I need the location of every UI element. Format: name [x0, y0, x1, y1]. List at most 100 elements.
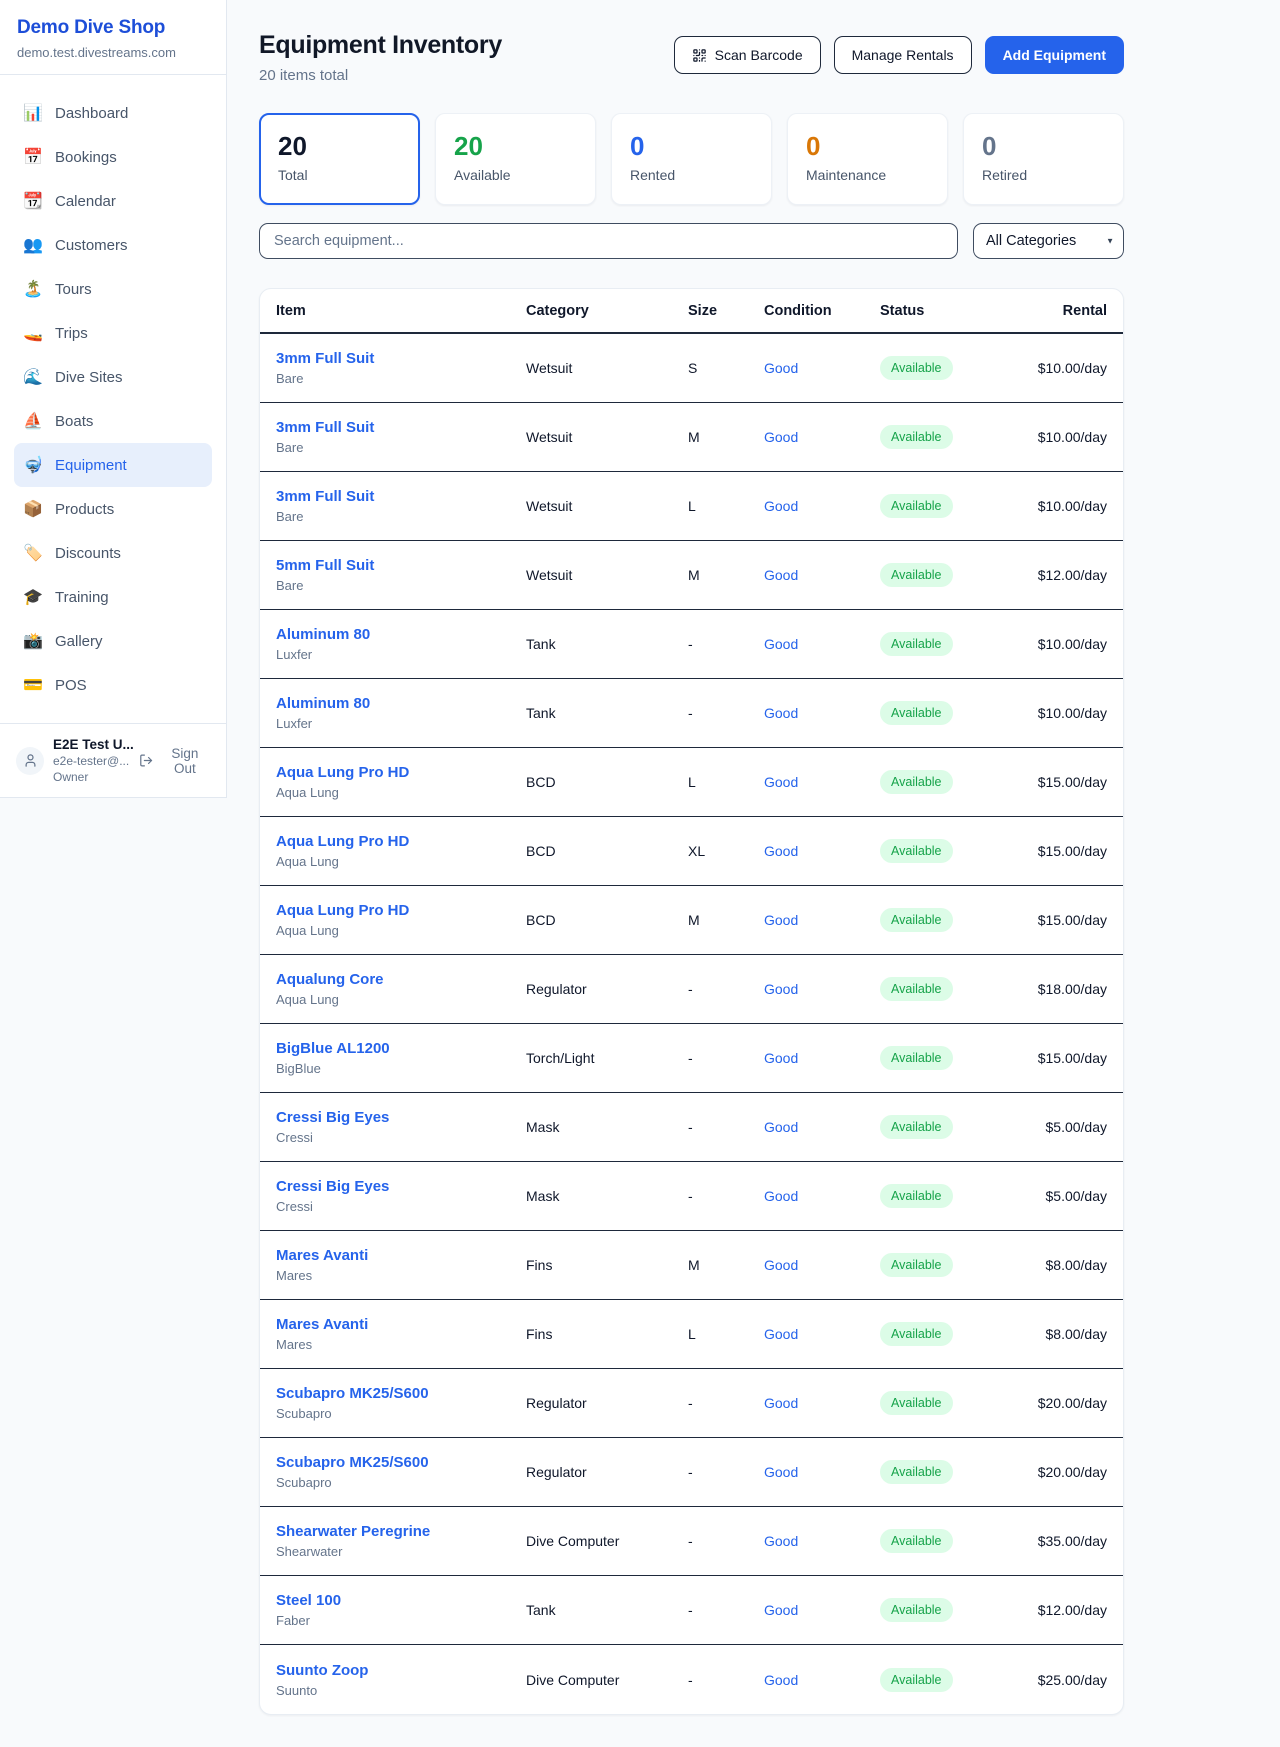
stat-card[interactable]: 0 Maintenance [787, 113, 948, 205]
stat-card[interactable]: 20 Total [259, 113, 420, 205]
add-equipment-button[interactable]: Add Equipment [985, 36, 1124, 74]
sign-out-button[interactable]: Sign Out [139, 746, 210, 776]
item-link[interactable]: 3mm Full Suit [276, 350, 374, 367]
sidebar-item[interactable]: 🌊 Dive Sites [14, 355, 212, 399]
item-brand: Aqua Lung [276, 992, 526, 1007]
size-cell: L [688, 1326, 764, 1342]
item-link[interactable]: Steel 100 [276, 1592, 341, 1609]
condition-link[interactable]: Good [764, 774, 798, 790]
condition-cell: Good [764, 705, 880, 721]
item-link[interactable]: Mares Avanti [276, 1316, 368, 1333]
size-cell: L [688, 498, 764, 514]
condition-cell: Good [764, 1326, 880, 1342]
sidebar-item-label: Calendar [55, 193, 116, 210]
rental-cell: $18.00/day [1011, 981, 1107, 997]
sidebar-item[interactable]: 📸 Gallery [14, 619, 212, 663]
sidebar-item[interactable]: 🚤 Trips [14, 311, 212, 355]
condition-link[interactable]: Good [764, 1464, 798, 1480]
item-link[interactable]: 3mm Full Suit [276, 419, 374, 436]
sidebar-item[interactable]: 🎓 Training [14, 575, 212, 619]
category-cell: BCD [526, 843, 688, 859]
sidebar-item[interactable]: 📦 Products [14, 487, 212, 531]
rental-cell: $10.00/day [1011, 705, 1107, 721]
condition-link[interactable]: Good [764, 1602, 798, 1618]
table-row: 3mm Full Suit Bare Wetsuit S Good Availa… [260, 334, 1123, 403]
condition-link[interactable]: Good [764, 1395, 798, 1411]
sidebar-item[interactable]: 📅 Bookings [14, 135, 212, 179]
table-row: Mares Avanti Mares Fins M Good Available… [260, 1231, 1123, 1300]
item-link[interactable]: Shearwater Peregrine [276, 1523, 430, 1540]
item-link[interactable]: BigBlue AL1200 [276, 1040, 390, 1057]
condition-link[interactable]: Good [764, 1326, 798, 1342]
item-cell: Cressi Big Eyes Cressi [276, 1178, 526, 1214]
item-link[interactable]: Aqua Lung Pro HD [276, 902, 409, 919]
condition-link[interactable]: Good [764, 1257, 798, 1273]
condition-link[interactable]: Good [764, 567, 798, 583]
item-link[interactable]: Aqualung Core [276, 971, 384, 988]
condition-link[interactable]: Good [764, 1119, 798, 1135]
condition-link[interactable]: Good [764, 429, 798, 445]
item-link[interactable]: Scubapro MK25/S600 [276, 1454, 429, 1471]
scan-barcode-button[interactable]: Scan Barcode [674, 36, 821, 74]
item-link[interactable]: 5mm Full Suit [276, 557, 374, 574]
stat-card[interactable]: 0 Retired [963, 113, 1124, 205]
item-link[interactable]: Aluminum 80 [276, 626, 370, 643]
category-select[interactable]: All Categories [973, 223, 1124, 259]
rental-cell: $15.00/day [1011, 843, 1107, 859]
sidebar-item[interactable]: ⛵ Boats [14, 399, 212, 443]
stat-card[interactable]: 0 Rented [611, 113, 772, 205]
item-brand: Shearwater [276, 1544, 526, 1559]
column-header-status: Status [880, 303, 1011, 319]
rental-cell: $5.00/day [1011, 1119, 1107, 1135]
page-title: Equipment Inventory [259, 31, 502, 60]
condition-link[interactable]: Good [764, 705, 798, 721]
sidebar-item[interactable]: 💳 POS [14, 663, 212, 707]
condition-link[interactable]: Good [764, 981, 798, 997]
stat-label: Available [454, 167, 577, 183]
condition-link[interactable]: Good [764, 1188, 798, 1204]
item-link[interactable]: Aluminum 80 [276, 695, 370, 712]
sidebar-item[interactable]: 🏷️ Discounts [14, 531, 212, 575]
stat-card[interactable]: 20 Available [435, 113, 596, 205]
table-row: 3mm Full Suit Bare Wetsuit M Good Availa… [260, 403, 1123, 472]
item-link[interactable]: Cressi Big Eyes [276, 1109, 389, 1126]
condition-link[interactable]: Good [764, 912, 798, 928]
condition-link[interactable]: Good [764, 843, 798, 859]
sidebar-item-icon: 👥 [23, 235, 43, 255]
condition-link[interactable]: Good [764, 498, 798, 514]
item-link[interactable]: Aqua Lung Pro HD [276, 833, 409, 850]
condition-link[interactable]: Good [764, 1672, 798, 1688]
item-link[interactable]: Mares Avanti [276, 1247, 368, 1264]
manage-rentals-button[interactable]: Manage Rentals [834, 36, 972, 74]
rental-cell: $15.00/day [1011, 774, 1107, 790]
search-input[interactable] [259, 223, 958, 259]
condition-link[interactable]: Good [764, 1050, 798, 1066]
sidebar-item-label: Training [55, 589, 109, 606]
size-cell: - [688, 1672, 764, 1688]
sidebar-item[interactable]: 🤿 Equipment [14, 443, 212, 487]
item-link[interactable]: Aqua Lung Pro HD [276, 764, 409, 781]
sidebar-item[interactable]: 👥 Customers [14, 223, 212, 267]
brand-title: Demo Dive Shop [17, 17, 209, 39]
sidebar-item[interactable]: 🏝️ Tours [14, 267, 212, 311]
condition-link[interactable]: Good [764, 636, 798, 652]
item-link[interactable]: 3mm Full Suit [276, 488, 374, 505]
item-link[interactable]: Scubapro MK25/S600 [276, 1385, 429, 1402]
status-badge: Available [880, 908, 953, 932]
stat-label: Retired [982, 167, 1105, 183]
item-link[interactable]: Suunto Zoop [276, 1662, 368, 1679]
condition-link[interactable]: Good [764, 1533, 798, 1549]
condition-link[interactable]: Good [764, 360, 798, 376]
column-header-item: Item [276, 303, 526, 319]
item-link[interactable]: Cressi Big Eyes [276, 1178, 389, 1195]
item-brand: Bare [276, 371, 526, 386]
item-cell: Scubapro MK25/S600 Scubapro [276, 1385, 526, 1421]
column-header-rental: Rental [1011, 303, 1107, 319]
sidebar-item[interactable]: 📊 Dashboard [14, 91, 212, 135]
item-brand: Mares [276, 1268, 526, 1283]
condition-cell: Good [764, 774, 880, 790]
item-brand: Aqua Lung [276, 923, 526, 938]
table-row: Aluminum 80 Luxfer Tank - Good Available… [260, 610, 1123, 679]
status-cell: Available [880, 1598, 1011, 1622]
sidebar-item[interactable]: 📆 Calendar [14, 179, 212, 223]
